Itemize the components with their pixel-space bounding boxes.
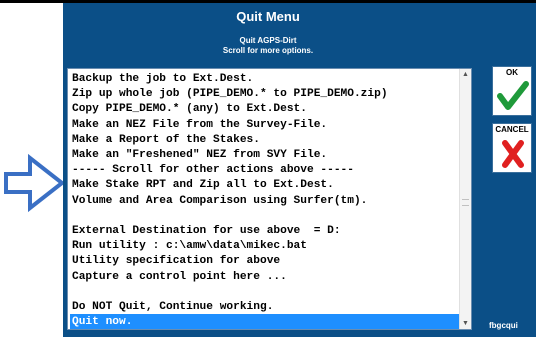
options-list[interactable]: Backup the job to Ext.Dest. Zip up whole …	[68, 69, 461, 329]
list-item	[70, 208, 459, 224]
list-item[interactable]: Volume and Area Comparison using Surfer(…	[70, 193, 459, 209]
ok-button-label: OK	[506, 68, 518, 77]
scroll-up-icon[interactable]: ▲	[460, 69, 471, 80]
quit-menu-window: Quit Menu Quit AGPS-Dirt Scroll for more…	[63, 3, 536, 337]
list-item[interactable]: Make an "Freshened" NEZ from SVY File.	[70, 147, 459, 163]
ok-button[interactable]: OK	[492, 66, 532, 116]
list-item[interactable]: Backup the job to Ext.Dest.	[70, 71, 459, 87]
list-item[interactable]: Zip up whole job (PIPE_DEMO.* to PIPE_DE…	[70, 86, 459, 102]
subtitle-line-2: Scroll for more options.	[222, 46, 314, 55]
list-item[interactable]: Make an NEZ File from the Survey-File.	[70, 117, 459, 133]
window-subtitle: Quit AGPS-Dirt Scroll for more options.	[63, 36, 473, 56]
list-item	[70, 284, 459, 300]
window-title: Quit Menu	[236, 9, 300, 24]
list-item[interactable]: Make Stake RPT and Zip all to Ext.Dest.	[70, 177, 459, 193]
cancel-button[interactable]: CANCEL	[492, 123, 532, 173]
list-item[interactable]: Copy PIPE_DEMO.* (any) to Ext.Dest.	[70, 101, 459, 117]
list-item[interactable]: Do NOT Quit, Continue working.	[70, 299, 459, 315]
footer-id-text: fbgcqui	[489, 321, 518, 330]
list-item[interactable]: Run utility : c:\amw\data\mikec.bat	[70, 238, 459, 254]
list-item-selected[interactable]: Quit now.	[70, 314, 459, 329]
options-list-panel: Backup the job to Ext.Dest. Zip up whole …	[67, 68, 472, 330]
checkmark-icon	[497, 81, 529, 110]
subtitle-line-1: Quit AGPS-Dirt	[239, 36, 297, 45]
cancel-button-label: CANCEL	[495, 125, 529, 134]
pointer-arrow-icon	[4, 153, 66, 213]
scrollbar[interactable]: ▲ ▼	[459, 69, 471, 329]
list-item[interactable]: External Destination for use above = D:	[70, 223, 459, 239]
list-item[interactable]: Utility specification for above	[70, 253, 459, 269]
list-item[interactable]: Capture a control point here ...	[70, 269, 459, 285]
list-item[interactable]: ----- Scroll for other actions above ---…	[70, 162, 459, 178]
list-item[interactable]: Make a Report of the Stakes.	[70, 132, 459, 148]
close-icon	[502, 140, 524, 168]
scroll-grip-icon[interactable]	[462, 199, 469, 206]
scroll-down-icon[interactable]: ▼	[460, 318, 471, 329]
